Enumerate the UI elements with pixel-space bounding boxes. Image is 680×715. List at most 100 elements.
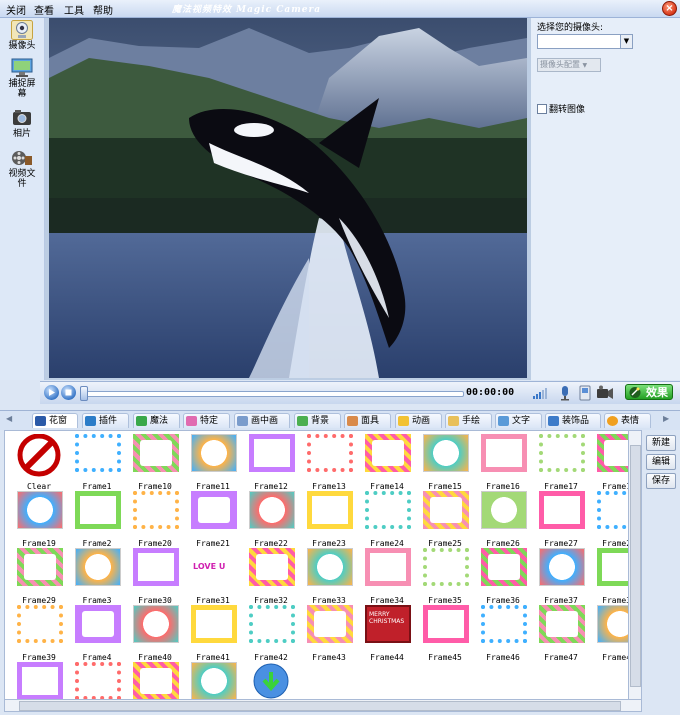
tab-mask[interactable]: 面具	[344, 413, 391, 428]
frame-thumbnail[interactable]: Frame4	[69, 605, 125, 662]
new-frame-button[interactable]: 新建	[646, 435, 676, 451]
frame-thumbnail[interactable]: Frame32	[243, 548, 299, 605]
screen-capture-button[interactable]: 捕捉屏幕	[0, 58, 44, 99]
tab-animation[interactable]: 动画	[395, 413, 442, 428]
frame-thumbnail[interactable]: Frame16	[475, 434, 531, 491]
frame-thumbnail[interactable]: MERRY CHRISTMAS Frame44	[359, 605, 415, 662]
frame-thumbnail[interactable]: Frame26	[475, 491, 531, 548]
frame-thumbnail[interactable]: Clear	[11, 434, 67, 491]
frame-thumbnail[interactable]: Frame17	[533, 434, 589, 491]
tab-background[interactable]: 背景	[294, 413, 341, 428]
frame-thumbnail[interactable]: LOVE U Frame31	[185, 548, 241, 605]
frame-thumbnail[interactable]: Frame42	[243, 605, 299, 662]
tab-picture-in-picture[interactable]: 画中画	[234, 413, 290, 428]
edit-frame-button[interactable]: 编辑	[646, 454, 676, 470]
frame-thumbnail[interactable]: Frame11	[185, 434, 241, 491]
frame-thumbnail[interactable]: Frame35	[417, 548, 473, 605]
volume-icon[interactable]	[532, 386, 554, 400]
tab-decoration[interactable]: 装饰品	[545, 413, 601, 428]
tab-drawing[interactable]: 手绘	[445, 413, 492, 428]
camera-select[interactable]: ▼	[537, 34, 633, 49]
gallery-vertical-scrollbar[interactable]	[628, 430, 642, 700]
video-file-source-button[interactable]: 视频文件	[0, 148, 44, 189]
frame-preview-image	[597, 548, 629, 586]
webcam-source-button[interactable]: 摄像头	[0, 20, 44, 51]
tab-special[interactable]: 特定	[183, 413, 230, 428]
frame-thumbnail[interactable]: Frame29	[11, 548, 67, 605]
frame-thumbnail[interactable]: Frame48	[591, 605, 629, 662]
frame-thumbnail[interactable]: Frame22	[243, 491, 299, 548]
menu-view[interactable]: 查看	[34, 2, 54, 17]
snapshot-icon[interactable]	[578, 385, 592, 401]
frame-thumbnail[interactable]: Frame38	[591, 548, 629, 605]
frame-thumbnail[interactable]: Frame43	[301, 605, 357, 662]
frame-thumbnail[interactable]: Frame19	[11, 491, 67, 548]
menu-tools[interactable]: 工具	[64, 2, 84, 17]
frame-thumbnail[interactable]	[243, 662, 299, 699]
tab-emoticon[interactable]: 表情	[604, 413, 651, 428]
frame-thumbnail[interactable]: Frame45	[417, 605, 473, 662]
frame-thumbnail[interactable]: Frame2	[69, 491, 125, 548]
camera-config-button[interactable]: 摄像头配置 ▼	[537, 58, 601, 72]
frame-thumbnail[interactable]: Frame28	[591, 491, 629, 548]
frame-thumbnail[interactable]	[69, 662, 125, 699]
frame-caption: Frame43	[312, 653, 346, 662]
tab-label: 魔法	[150, 415, 169, 426]
menu-close[interactable]: 关闭	[6, 2, 26, 17]
frame-thumbnail[interactable]: Frame14	[359, 434, 415, 491]
seek-slider[interactable]	[84, 391, 464, 397]
tab-scroll-right-icon[interactable]: ▶	[663, 414, 669, 423]
photo-source-button[interactable]: 相片	[0, 108, 44, 139]
frame-thumbnail[interactable]: Frame12	[243, 434, 299, 491]
frame-thumbnail[interactable]: Frame47	[533, 605, 589, 662]
frame-thumbnail[interactable]: Frame33	[301, 548, 357, 605]
tab-scroll-left-icon[interactable]: ◀	[6, 414, 12, 423]
gallery-horizontal-scrollbar[interactable]	[4, 699, 642, 712]
camcorder-icon[interactable]	[596, 385, 614, 401]
frame-caption: Frame46	[486, 653, 520, 662]
tab-plugins[interactable]: 插件	[82, 413, 129, 428]
frame-thumbnail[interactable]: Frame10	[127, 434, 183, 491]
tab-frames[interactable]: 花窗	[32, 413, 78, 428]
frame-thumbnail[interactable]	[127, 662, 183, 699]
scrollbar-thumb[interactable]	[630, 445, 641, 687]
frame-thumbnail[interactable]: Frame23	[301, 491, 357, 548]
scrollbar-thumb[interactable]	[19, 701, 621, 711]
close-window-button[interactable]: ×	[662, 1, 677, 16]
frame-thumbnail[interactable]	[185, 662, 241, 699]
frame-thumbnail[interactable]	[11, 662, 67, 699]
frame-preview-image	[423, 605, 469, 643]
tab-text[interactable]: 文字	[495, 413, 542, 428]
frame-thumbnail[interactable]: Frame25	[417, 491, 473, 548]
clear-icon	[17, 434, 63, 478]
menu-help[interactable]: 帮助	[93, 2, 113, 17]
frame-thumbnail[interactable]: Frame20	[127, 491, 183, 548]
effects-button[interactable]: 效果	[625, 384, 673, 400]
flip-image-checkbox[interactable]: 翻转图像	[537, 102, 585, 115]
frame-thumbnail[interactable]: Frame36	[475, 548, 531, 605]
frame-thumbnail[interactable]: Frame15	[417, 434, 473, 491]
frame-thumbnail[interactable]: Frame3	[69, 548, 125, 605]
frame-thumbnail[interactable]: Frame18	[591, 434, 629, 491]
frame-thumbnail[interactable]: Frame46	[475, 605, 531, 662]
seek-thumb[interactable]	[80, 386, 88, 401]
frame-thumbnail[interactable]: Frame40	[127, 605, 183, 662]
microphone-icon[interactable]	[558, 385, 572, 401]
frame-thumbnail[interactable]: Frame27	[533, 491, 589, 548]
stop-button[interactable]	[61, 385, 76, 400]
frame-thumbnail[interactable]: Frame1	[69, 434, 125, 491]
frame-thumbnail[interactable]: Frame30	[127, 548, 183, 605]
chevron-down-icon: ▼	[582, 62, 588, 69]
frame-thumbnail[interactable]: Frame24	[359, 491, 415, 548]
tab-magic[interactable]: 魔法	[133, 413, 180, 428]
frame-thumbnail[interactable]: Frame13	[301, 434, 357, 491]
frame-thumbnail[interactable]: Frame21	[185, 491, 241, 548]
frame-caption: Frame15	[428, 482, 462, 491]
frame-thumbnail[interactable]: Frame39	[11, 605, 67, 662]
play-button[interactable]	[44, 385, 59, 400]
frame-preview-image	[75, 548, 121, 586]
frame-thumbnail[interactable]: Frame34	[359, 548, 415, 605]
save-frame-button[interactable]: 保存	[646, 473, 676, 489]
frame-thumbnail[interactable]: Frame41	[185, 605, 241, 662]
frame-thumbnail[interactable]: Frame37	[533, 548, 589, 605]
